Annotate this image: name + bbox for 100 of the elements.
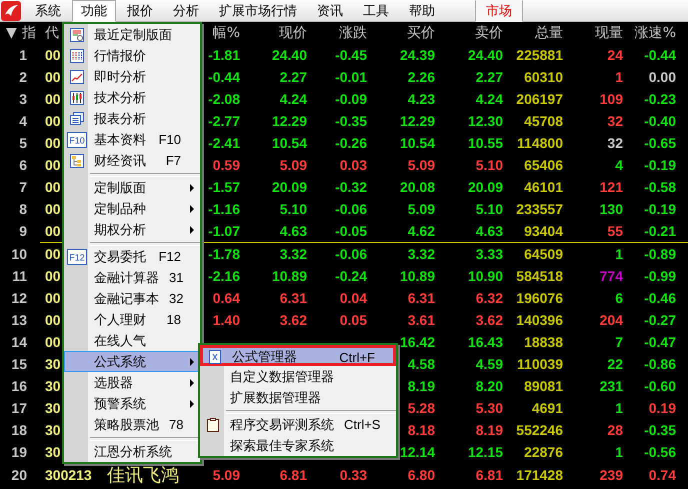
table-cell: 5.09 bbox=[280, 157, 307, 173]
menu-bar-item[interactable]: 功能 bbox=[72, 0, 116, 22]
table-cell: 8.19 bbox=[476, 422, 503, 438]
menu-item[interactable]: 财经资讯 F7 bbox=[64, 150, 200, 171]
menu-item[interactable]: 自定义数据管理器 bbox=[200, 366, 396, 387]
table-cell: -0.44 bbox=[644, 47, 676, 63]
table-cell: -0.23 bbox=[644, 91, 676, 107]
row-number: 3 bbox=[19, 91, 27, 107]
table-cell: 4.63 bbox=[280, 223, 307, 239]
menu-bar-item[interactable]: 系统 bbox=[26, 0, 70, 22]
table-cell: 8.19 bbox=[408, 378, 435, 394]
table-cell: -0.45 bbox=[335, 47, 367, 63]
column-header[interactable]: 涨速% bbox=[634, 24, 676, 42]
function-key-icon: F12 bbox=[67, 248, 87, 264]
table-cell: -2.16 bbox=[208, 268, 240, 284]
row-number: 15 bbox=[11, 356, 27, 372]
table-cell: 239 bbox=[600, 467, 623, 483]
submenu-item[interactable]: 公式系统 bbox=[64, 351, 200, 372]
submenu-item[interactable]: 定制版面 bbox=[64, 177, 200, 198]
stock-code: 00 bbox=[45, 246, 61, 262]
table-cell: 8.18 bbox=[408, 422, 435, 438]
table-cell: 204 bbox=[600, 312, 623, 328]
column-header[interactable]: 卖价 bbox=[475, 24, 503, 42]
menu-item[interactable]: 技术分析 bbox=[64, 87, 200, 108]
column-header[interactable]: 代 bbox=[45, 24, 59, 42]
tree-icon bbox=[69, 152, 85, 168]
table-cell: 3.62 bbox=[280, 312, 307, 328]
row-number: 7 bbox=[19, 179, 27, 195]
table-cell: 0.74 bbox=[648, 467, 676, 483]
row-number: 8 bbox=[19, 201, 27, 217]
table-cell: 109 bbox=[600, 91, 623, 107]
submenu-item[interactable]: 定制品种 bbox=[64, 198, 200, 219]
table-cell: 24.40 bbox=[468, 47, 503, 63]
stock-code: 00 bbox=[45, 69, 61, 85]
column-header[interactable]: 现量 bbox=[595, 24, 623, 42]
column-header[interactable]: 总量 bbox=[535, 24, 563, 42]
table-cell: 60310 bbox=[524, 69, 563, 85]
column-header[interactable]: 涨跌 bbox=[339, 24, 367, 42]
menu-item[interactable]: F12 交易委托 F12 bbox=[64, 246, 200, 267]
column-header[interactable]: 指 bbox=[22, 24, 36, 42]
shortcut-text: 18 bbox=[166, 312, 182, 327]
table-cell: -0.46 bbox=[644, 290, 676, 306]
table-cell: -0.86 bbox=[644, 356, 676, 372]
table-cell: 4.63 bbox=[476, 223, 503, 239]
menu-bar-item[interactable]: 帮助 bbox=[400, 0, 444, 22]
table-cell: 0.04 bbox=[340, 290, 367, 306]
menu-item[interactable]: 金融记事本 32 bbox=[64, 288, 200, 309]
menu-item[interactable]: 在线人气 bbox=[64, 330, 200, 351]
menu-bar-item[interactable]: 分析 bbox=[164, 0, 208, 22]
shortcut-text: 31 bbox=[168, 270, 184, 285]
column-header[interactable]: 买价 bbox=[407, 24, 435, 42]
table-cell: 5.09 bbox=[408, 201, 435, 217]
table-cell: 196076 bbox=[516, 290, 563, 306]
table-cell: 20.08 bbox=[400, 179, 435, 195]
column-header[interactable]: 现价 bbox=[279, 24, 307, 42]
menu-item[interactable]: 程序交易评测系统 Ctrl+S bbox=[200, 414, 396, 435]
table-cell: -0.05 bbox=[335, 223, 367, 239]
row-number: 9 bbox=[19, 223, 27, 239]
table-cell: 1 bbox=[615, 69, 623, 85]
menu-bar-item[interactable]: 扩展市场行情 bbox=[210, 0, 306, 22]
table-cell: 4.58 bbox=[408, 356, 435, 372]
menu-item[interactable]: 江恩分析系统 bbox=[64, 441, 200, 462]
submenu-arrow-icon bbox=[190, 378, 194, 386]
menu-item[interactable]: 最近定制版面 bbox=[64, 24, 200, 45]
table-cell: 3.32 bbox=[408, 246, 435, 262]
menu-item[interactable]: 个人理财 18 bbox=[64, 309, 200, 330]
row-number: 4 bbox=[19, 113, 27, 129]
menu-item[interactable]: 策略股票池 78 bbox=[64, 414, 200, 435]
menu-item[interactable]: 即时分析 bbox=[64, 66, 200, 87]
table-cell: 22 bbox=[607, 356, 623, 372]
menu-bar-item[interactable]: 资讯 bbox=[308, 0, 352, 22]
table-cell: 12.30 bbox=[468, 113, 503, 129]
menu-item[interactable]: 扩展数据管理器 bbox=[200, 387, 396, 408]
stock-code: 00 bbox=[45, 223, 61, 239]
menu-bar-item[interactable]: 工具 bbox=[354, 0, 398, 22]
row-number: 14 bbox=[11, 334, 27, 350]
table-cell: 3.32 bbox=[280, 246, 307, 262]
table-cell: -0.01 bbox=[335, 69, 367, 85]
menu-bar-item[interactable]: 报价 bbox=[118, 0, 162, 22]
table-cell: 110039 bbox=[517, 356, 563, 372]
menu-item[interactable]: 探索最佳专家系统 bbox=[200, 435, 396, 456]
table-cell: 140396 bbox=[516, 312, 563, 328]
menu-item[interactable]: 行情报价 bbox=[64, 45, 200, 66]
market-tab[interactable]: 市场 bbox=[475, 0, 523, 22]
table-cell: 1 bbox=[615, 246, 623, 262]
row-number: 10 bbox=[11, 246, 27, 262]
table-cell: 4.24 bbox=[476, 91, 503, 107]
menu-item[interactable]: F10 基本资料 F10 bbox=[64, 129, 200, 150]
table-cell: 6.81 bbox=[476, 467, 503, 483]
table-cell: 0.19 bbox=[648, 400, 676, 416]
submenu-item[interactable]: 期权分析 bbox=[64, 219, 200, 240]
column-header[interactable]: 幅% bbox=[212, 24, 240, 42]
table-cell: 121 bbox=[600, 179, 623, 195]
menu-item[interactable]: 金融计算器 31 bbox=[64, 267, 200, 288]
table-cell: 45708 bbox=[524, 113, 563, 129]
menu-item[interactable]: 公式管理器 Ctrl+F bbox=[200, 345, 396, 366]
stock-code: 00 bbox=[45, 201, 61, 217]
table-cell: -0.60 bbox=[644, 378, 676, 394]
table-cell: 4 bbox=[615, 157, 623, 173]
menu-item[interactable]: 报表分析 bbox=[64, 108, 200, 129]
